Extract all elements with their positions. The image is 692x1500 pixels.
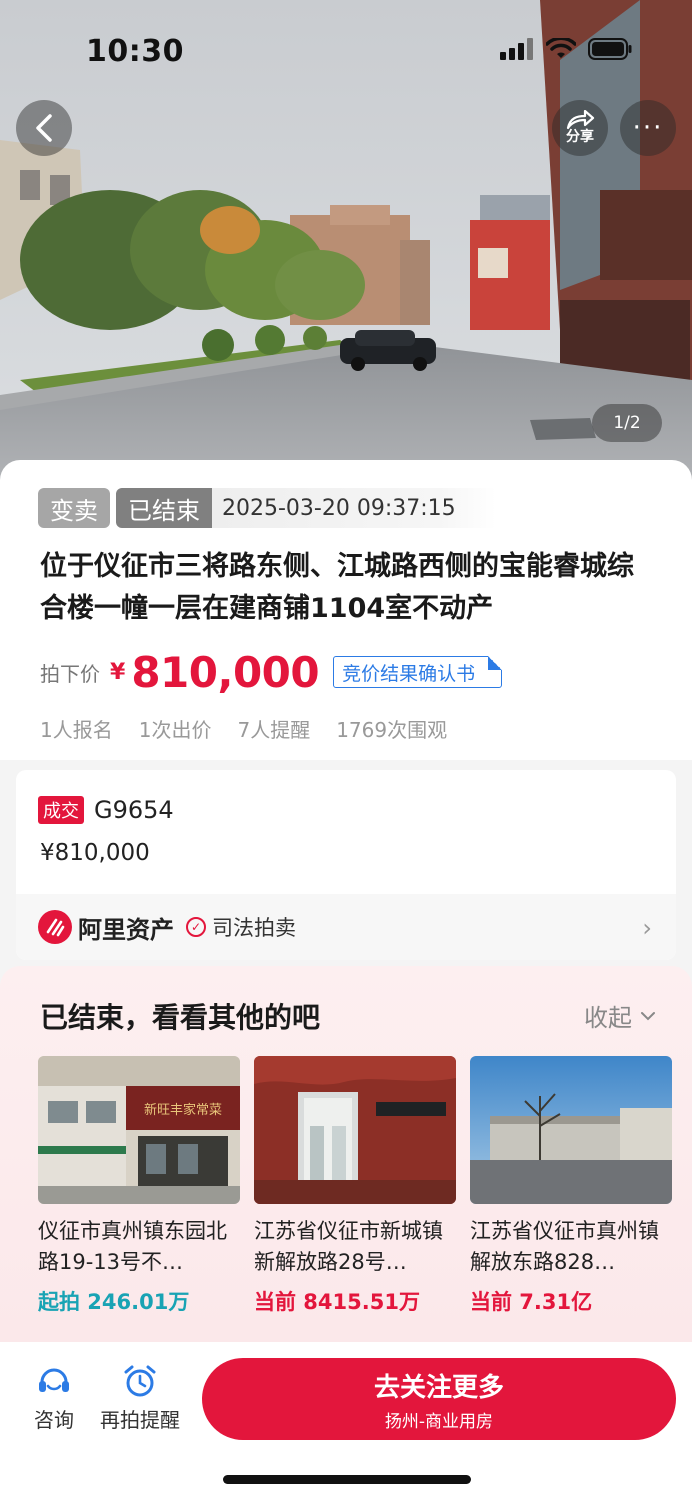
home-indicator[interactable] (223, 1475, 471, 1484)
headset-icon (39, 1368, 69, 1392)
wifi-icon (546, 38, 576, 58)
deal-row: 成交 G9654 (38, 796, 174, 824)
recommend-item[interactable]: 江苏省仪征市真州镇解放东路828… 当前 7.31亿 (470, 1056, 672, 1316)
more-button[interactable]: ··· (620, 100, 676, 156)
follow-sub-label: 扬州-商业用房 (384, 1411, 494, 1432)
price-currency: ¥ (110, 659, 126, 685)
share-button[interactable]: 分享 (552, 100, 608, 156)
recommend-item-price: 当前 8415.51万 (254, 1290, 420, 1314)
image-counter: 1/2 (592, 404, 662, 442)
tag-sale-type: 变卖 (38, 488, 110, 528)
auction-title: 位于仪征市三将路东侧、江城路西侧的宝能睿城综合楼一幢一层在建商铺1104室不动产 (40, 551, 634, 624)
tag-status: 已结束 (116, 488, 212, 528)
battery-icon (588, 38, 632, 60)
alarm-clock-icon (124, 1365, 156, 1397)
recommend-item[interactable]: 江苏省仪征市新城镇新解放路28号… 当前 8415.51万 (254, 1056, 456, 1316)
back-button[interactable] (16, 100, 72, 156)
check-circle-icon: ✓ (186, 917, 206, 937)
collapse-label: 收起 (584, 1004, 632, 1032)
deal-price: ¥810,000 (40, 840, 150, 866)
status-icons (500, 38, 632, 60)
recommend-item-name: 仪征市真州镇东园北路19-13号不… (38, 1219, 227, 1274)
more-dots-icon: ··· (632, 113, 664, 143)
confirm-link-label: 竞价结果确认书 (342, 662, 476, 685)
recommend-list: 新旺丰家常菜 仪征市真州镇东园北路19-13号不… 起拍 246.01万 江苏省… (38, 1056, 672, 1316)
status-bar: 10:30 (0, 0, 692, 100)
consult-label: 咨询 (34, 1408, 74, 1432)
recommend-section: 已结束，看看其他的吧 收起 新旺丰家常菜 仪征市真州镇东园北路19-13号不… … (0, 966, 692, 1346)
end-time: 2025-03-20 09:37:15 (212, 488, 496, 528)
chevron-left-icon (36, 114, 52, 142)
chevron-down-icon (641, 1011, 655, 1020)
remind-again-button[interactable]: 再拍提醒 (100, 1364, 180, 1433)
judicial-label-text: 司法拍卖 (212, 916, 296, 940)
price-row: 拍下价 ¥ 810,000 竞价结果确认书 (40, 646, 503, 698)
price-value: 810,000 (131, 647, 320, 697)
recommend-item-price: 当前 7.31亿 (470, 1290, 593, 1314)
collapse-button[interactable]: 收起 (584, 998, 656, 1033)
follow-main-label: 去关注更多 (373, 1372, 504, 1403)
recommend-item[interactable]: 新旺丰家常菜 仪征市真州镇东园北路19-13号不… 起拍 246.01万 (38, 1056, 240, 1316)
stat-bids: 1次出价 (138, 718, 212, 742)
recommend-item-image (470, 1056, 672, 1204)
status-time: 10:30 (86, 34, 184, 69)
stat-views: 1769次围观 (336, 718, 448, 742)
chevron-right-icon: › (642, 914, 652, 942)
ali-assets-logo-icon (38, 910, 72, 944)
recommend-item-name: 江苏省仪征市新城镇新解放路28号… (254, 1219, 443, 1274)
recommend-title: 已结束，看看其他的吧 (40, 1001, 321, 1034)
stat-signups: 1人报名 (40, 718, 113, 742)
price-label: 拍下价 (40, 661, 100, 686)
recommend-item-name: 江苏省仪征市真州镇解放东路828… (470, 1219, 659, 1274)
platform-name: 阿里资产 (78, 915, 174, 944)
recommend-item-image (254, 1056, 456, 1204)
auction-detail-card: 变卖 已结束 2025-03-20 09:37:15 位于仪征市三将路东侧、江城… (0, 460, 692, 760)
remind-label: 再拍提醒 (100, 1408, 180, 1432)
recommend-item-price: 起拍 246.01万 (38, 1290, 190, 1314)
auction-stats: 1人报名 1次出价 7人提醒 1769次围观 (40, 714, 447, 743)
judicial-auction-label: ✓ 司法拍卖 (186, 912, 296, 942)
deal-badge: 成交 (38, 796, 84, 824)
follow-more-button[interactable]: 去关注更多 扬州-商业用房 (202, 1358, 676, 1440)
deal-code: G9654 (94, 796, 174, 824)
recommend-item-image: 新旺丰家常菜 (38, 1056, 240, 1204)
auction-tags: 变卖 已结束 2025-03-20 09:37:15 (38, 488, 496, 528)
bid-result-confirmation-link[interactable]: 竞价结果确认书 (333, 656, 503, 688)
consult-button[interactable]: 咨询 (34, 1364, 74, 1433)
shop-signboard: 新旺丰家常菜 (144, 1102, 222, 1118)
deal-card: 成交 G9654 ¥810,000 阿里资产 ✓ 司法拍卖 › (16, 770, 676, 960)
document-fold-icon (488, 656, 503, 670)
stat-reminders: 7人提醒 (237, 718, 311, 742)
signal-icon (500, 38, 533, 60)
platform-bar[interactable]: 阿里资产 ✓ 司法拍卖 › (16, 894, 676, 960)
share-label: 分享 (566, 129, 594, 145)
